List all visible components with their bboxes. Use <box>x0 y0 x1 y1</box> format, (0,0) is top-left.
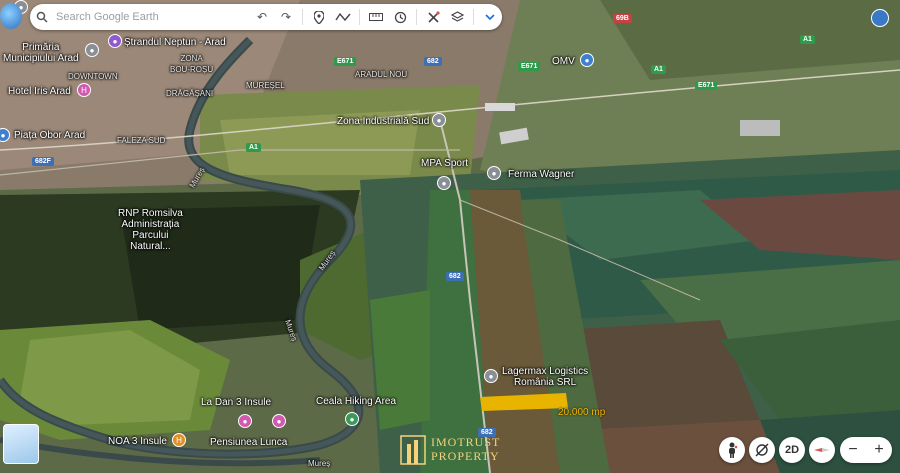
tools-icon[interactable] <box>421 4 445 30</box>
zoom-in-icon[interactable]: + <box>874 441 883 459</box>
road-shield: 682 <box>424 57 442 66</box>
place-label-pensiunea[interactable]: Pensiunea Lunca <box>210 437 287 448</box>
street-view-button[interactable] <box>719 437 745 463</box>
place-icon[interactable]: ● <box>85 43 99 57</box>
place-label-mpa-sport[interactable]: MPA Sport <box>421 158 468 169</box>
divider <box>359 9 360 25</box>
road-shield: A1 <box>651 65 666 74</box>
place-label-piata[interactable]: Piața Obor Arad <box>14 130 85 141</box>
place-label-primaria[interactable]: Primăria Municipiului Arad <box>3 42 79 64</box>
google-earth-logo[interactable] <box>0 3 22 29</box>
road-shield: 682F <box>32 157 54 166</box>
sport-icon[interactable]: ● <box>437 176 451 190</box>
road-shield: A1 <box>246 143 261 152</box>
placemark-icon[interactable] <box>307 4 331 30</box>
place-label-strandul[interactable]: Ștrandul Neptun - Arad <box>124 37 226 48</box>
view-mode-toggle[interactable]: 2D <box>779 437 805 463</box>
pegman-icon <box>729 442 738 458</box>
search-icon[interactable] <box>30 4 54 30</box>
history-icon[interactable] <box>388 4 412 30</box>
district-label-zona-bou: ZONA BOU-ROȘU <box>170 54 214 74</box>
search-input[interactable] <box>54 10 208 24</box>
compass-icon <box>814 448 830 452</box>
divider <box>473 9 474 25</box>
watermark-emblem-icon <box>400 435 426 465</box>
pool-icon[interactable]: ● <box>108 34 122 48</box>
place-label-noa[interactable]: NOA 3 Insule <box>108 436 167 447</box>
place-label-hotel[interactable]: Hotel Iris Arad <box>8 86 71 97</box>
district-label-faleza: FALEZA SUD <box>117 136 166 145</box>
watermark-line1: IMOTRUST <box>431 435 501 449</box>
map-style-thumbnail[interactable] <box>3 424 39 464</box>
compass-button[interactable] <box>809 437 835 463</box>
place-label-la-dan[interactable]: La Dan 3 Insule <box>201 397 271 408</box>
restaurant-icon[interactable]: ● <box>238 414 252 428</box>
road-shield: E671 <box>695 81 718 90</box>
ruler-icon[interactable] <box>364 4 388 30</box>
undo-icon[interactable]: ↶ <box>250 4 274 30</box>
place-label-zona-industriala[interactable]: Zona Industrială Sud <box>337 116 429 127</box>
hotel-icon[interactable]: ● <box>272 414 286 428</box>
watermark-line2: PROPERTY <box>431 449 500 463</box>
place-label-lagermax[interactable]: Lagermax Logistics România SRL <box>502 366 588 388</box>
place-label-ferma-wagner[interactable]: Ferma Wagner <box>508 169 574 180</box>
redo-icon[interactable]: ↷ <box>274 4 298 30</box>
account-avatar[interactable] <box>871 9 889 27</box>
road-shield: 682 <box>446 272 464 281</box>
zoom-controls: − + <box>840 437 892 463</box>
road-shield: E671 <box>518 62 541 71</box>
hotel-icon[interactable]: H <box>172 433 186 447</box>
place-label-omv[interactable]: OMV <box>552 56 575 67</box>
place-icon[interactable]: ● <box>432 113 446 127</box>
district-label-dragasani: DRĂGĂȘANI <box>166 89 214 98</box>
tilt-icon <box>755 443 769 457</box>
river-label: Mureș <box>308 459 331 468</box>
road-shield: A1 <box>800 35 815 44</box>
path-icon[interactable] <box>331 4 355 30</box>
hiking-icon[interactable]: ● <box>345 412 359 426</box>
plot-area-label: 20.000 mp <box>558 407 606 418</box>
divider <box>416 9 417 25</box>
hotel-icon[interactable]: H <box>77 83 91 97</box>
place-label-rnp-romsilva[interactable]: RNP Romsilva Administrația Parcului Natu… <box>118 208 183 252</box>
place-label-ceala[interactable]: Ceala Hiking Area <box>316 396 396 407</box>
gas-station-icon[interactable]: ● <box>580 53 594 67</box>
district-label-downtown: DOWNTOWN <box>68 72 118 81</box>
chevron-down-icon[interactable] <box>478 4 502 30</box>
road-shield: 69B <box>613 14 632 23</box>
toolbar: ↶ ↷ <box>30 4 502 30</box>
place-icon[interactable]: ● <box>487 166 501 180</box>
place-icon[interactable]: ● <box>484 369 498 383</box>
divider <box>302 9 303 25</box>
layers-icon[interactable] <box>445 4 469 30</box>
district-label-muresel: MUREȘEL <box>246 81 285 90</box>
road-shield: E671 <box>334 57 357 66</box>
tilt-button[interactable] <box>749 437 775 463</box>
zoom-out-icon[interactable]: − <box>848 441 857 459</box>
district-label-aradul-nou: ARADUL NOU <box>355 70 408 79</box>
watermark-logo: IMOTRUST PROPERTY <box>399 434 501 466</box>
